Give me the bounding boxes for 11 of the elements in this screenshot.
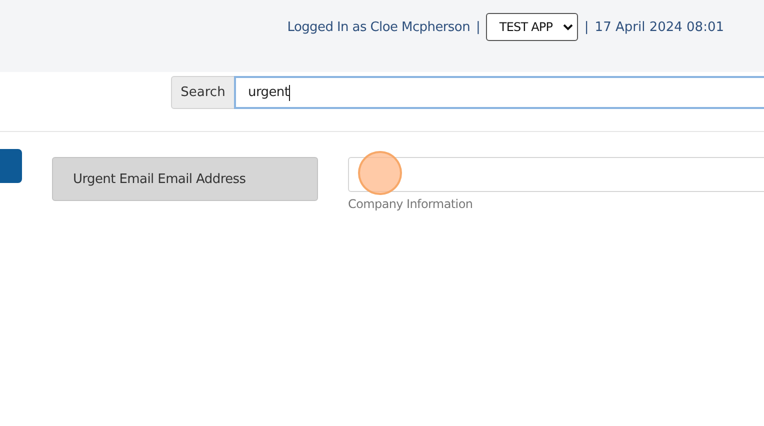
click-indicator bbox=[358, 151, 402, 195]
logged-in-user: Logged In as Cloe Mcpherson bbox=[287, 20, 470, 34]
search-button[interactable]: Search bbox=[171, 76, 235, 109]
field-caption: Company Information bbox=[348, 197, 474, 211]
search-field[interactable]: urgent bbox=[234, 76, 764, 109]
chevron-down-icon bbox=[563, 24, 574, 30]
separator: | bbox=[584, 20, 589, 34]
app-select[interactable]: TEST APP bbox=[486, 13, 578, 41]
separator: | bbox=[476, 20, 480, 34]
date-time: 17 April 2024 08:01 bbox=[594, 20, 724, 34]
field-label: Urgent Email Email Address bbox=[52, 157, 318, 201]
